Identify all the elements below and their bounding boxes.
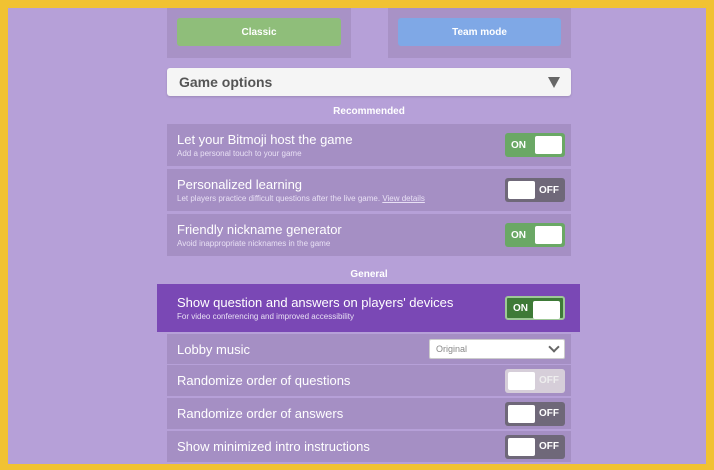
- option-title: Show minimized intro instructions: [177, 439, 370, 454]
- option-subtitle: Let players practice difficult questions…: [177, 194, 425, 203]
- option-title: Randomize order of questions: [177, 373, 351, 388]
- classic-mode-card[interactable]: Classic: [167, 8, 351, 58]
- randomize-questions-toggle[interactable]: OFF: [505, 368, 565, 393]
- option-subtitle: Add a personal touch to your game: [177, 149, 302, 158]
- option-personalized-learning: Personalized learning Let players practi…: [167, 169, 571, 211]
- section-recommended: Recommended: [333, 106, 405, 117]
- nickname-generator-toggle[interactable]: ON: [505, 223, 565, 247]
- option-randomize-answers: Randomize order of answers OFF: [167, 398, 571, 429]
- settings-panel: Classic Team mode Game options Recommend…: [8, 8, 706, 464]
- show-questions-toggle[interactable]: ON: [505, 296, 565, 320]
- option-minimized-intro: Show minimized intro instructions OFF: [167, 431, 571, 462]
- option-title: Show question and answers on players' de…: [177, 295, 454, 310]
- toggle-knob: [508, 371, 535, 390]
- toggle-knob: [535, 136, 562, 154]
- toggle-knob: [508, 404, 535, 423]
- toggle-knob: [535, 226, 562, 244]
- minimized-intro-toggle[interactable]: OFF: [505, 434, 565, 459]
- randomize-answers-toggle[interactable]: OFF: [505, 401, 565, 426]
- toggle-knob: [508, 437, 535, 456]
- option-subtitle: For video conferencing and improved acce…: [177, 312, 354, 321]
- game-options-dropdown[interactable]: Game options: [167, 68, 571, 96]
- view-details-link[interactable]: View details: [382, 194, 425, 203]
- team-mode-button[interactable]: Team mode: [398, 18, 561, 46]
- section-general: General: [350, 269, 388, 280]
- toggle-knob: [508, 181, 535, 199]
- personalized-learning-toggle[interactable]: OFF: [505, 178, 565, 202]
- option-title: Lobby music: [177, 341, 250, 357]
- option-nickname-generator: Friendly nickname generator Avoid inappr…: [167, 214, 571, 256]
- toggle-knob: [533, 301, 560, 319]
- lobby-music-select[interactable]: Original: [429, 339, 565, 359]
- option-subtitle: Avoid inappropriate nicknames in the gam…: [177, 239, 331, 248]
- option-title: Personalized learning: [177, 177, 303, 192]
- option-title: Randomize order of answers: [177, 406, 344, 421]
- game-options-label: Game options: [179, 74, 273, 90]
- chevron-down-icon: [548, 341, 560, 353]
- option-show-questions: Show question and answers on players' de…: [167, 287, 571, 329]
- option-lobby-music: Lobby music Original: [167, 334, 571, 364]
- option-bitmoji: Let your Bitmoji host the game Add a per…: [167, 124, 571, 166]
- option-title: Friendly nickname generator: [177, 222, 342, 237]
- caret-down-icon: [548, 76, 560, 88]
- team-mode-card[interactable]: Team mode: [388, 8, 571, 58]
- classic-button[interactable]: Classic: [177, 18, 341, 46]
- option-title: Let your Bitmoji host the game: [177, 132, 353, 147]
- option-randomize-questions: Randomize order of questions OFF: [167, 365, 571, 396]
- bitmoji-toggle[interactable]: ON: [505, 133, 565, 157]
